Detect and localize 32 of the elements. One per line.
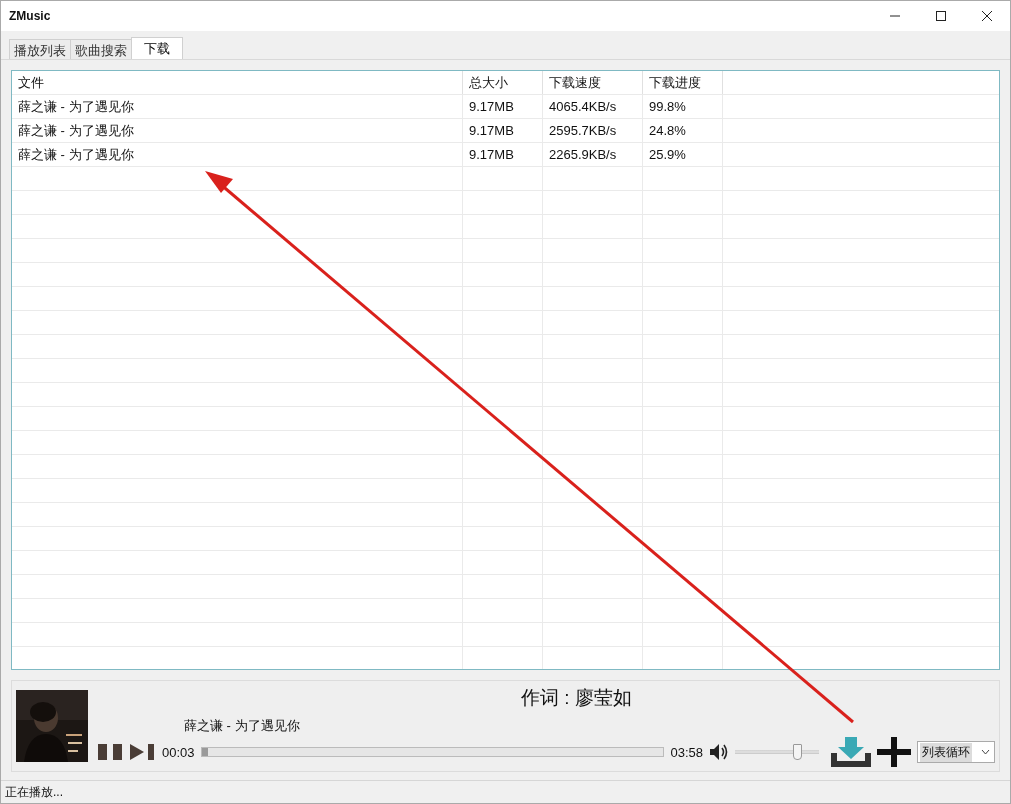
table-cell: 9.17MB	[463, 119, 543, 142]
tab[interactable]: 下载	[131, 37, 183, 59]
play-mode-dropdown[interactable]: 列表循环	[917, 741, 995, 763]
table-cell: 9.17MB	[463, 143, 543, 166]
column-header[interactable]: 下载进度	[643, 71, 723, 94]
lyric-text: 作词 : 廖莹如	[520, 686, 633, 710]
table-cell: 2265.9KB/s	[543, 143, 643, 166]
speaker-icon[interactable]	[709, 743, 729, 761]
tab[interactable]: 歌曲搜索	[70, 39, 132, 59]
duration-time: 03:58	[670, 744, 703, 760]
table-cell: 99.8%	[643, 95, 723, 118]
table-cell: 薛之谦 - 为了遇见你	[12, 119, 463, 142]
plus-icon[interactable]	[877, 737, 911, 767]
tab[interactable]: 播放列表	[9, 39, 71, 59]
next-icon[interactable]	[130, 744, 156, 760]
status-bar: 正在播放...	[1, 780, 1010, 803]
pause-icon[interactable]	[98, 744, 124, 760]
column-header[interactable]: 下载速度	[543, 71, 643, 94]
track-title: 薛之谦 - 为了遇见你	[184, 717, 301, 735]
chevron-icon	[981, 749, 990, 755]
table-cell: 4065.4KB/s	[543, 95, 643, 118]
table-cell: 9.17MB	[463, 95, 543, 118]
download-icon[interactable]	[831, 737, 871, 767]
table-cell: 24.8%	[643, 119, 723, 142]
column-header[interactable]: 总大小	[463, 71, 543, 94]
elapsed-time: 00:03	[162, 744, 195, 760]
table-cell: 薛之谦 - 为了遇见你	[12, 143, 463, 166]
column-header[interactable]: 文件	[12, 71, 463, 94]
table-cell: 2595.7KB/s	[543, 119, 643, 142]
table-cell: 25.9%	[643, 143, 723, 166]
window-title: ZMusic	[9, 9, 51, 23]
table-cell: 薛之谦 - 为了遇见你	[12, 95, 463, 118]
